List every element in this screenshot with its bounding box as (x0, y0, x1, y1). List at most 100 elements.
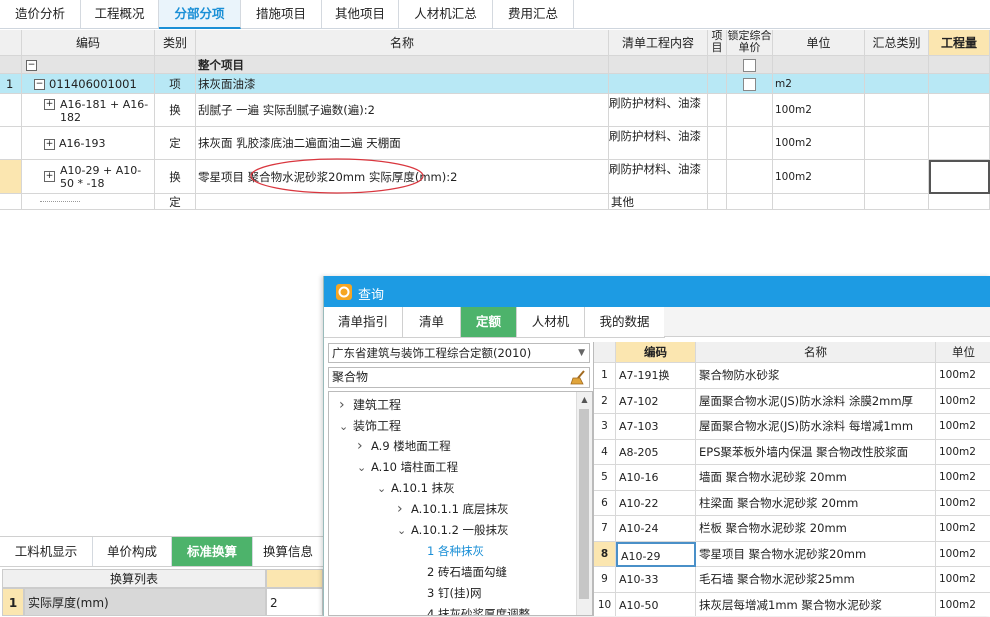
tree-item[interactable]: ⌄ A.10.1.2 一般抹灰 (397, 522, 509, 538)
row-unit[interactable]: 100m2 (773, 127, 865, 160)
result-unit[interactable]: 100m2 (936, 593, 990, 617)
result-name[interactable]: 毛石墙 聚合物水泥砂浆25mm (696, 567, 936, 593)
result-code[interactable]: A10-16 (616, 465, 696, 491)
tree-scrollbar[interactable]: ▲ (576, 392, 592, 615)
lock-price-checkbox[interactable] (743, 78, 756, 91)
tab-price-composition[interactable]: 单价构成 (93, 537, 172, 566)
result-unit[interactable]: 100m2 (936, 363, 990, 389)
col-summary-category-header[interactable]: 汇总类别 (865, 30, 929, 56)
col-lock-price-header[interactable]: 锁定综合单价 (727, 30, 773, 56)
row-code[interactable] (22, 194, 155, 210)
tree-item[interactable]: ⌄ 装饰工程 (339, 417, 401, 434)
col-item-header[interactable]: 项目 (708, 30, 727, 56)
chevron-right-icon[interactable]: › (339, 397, 353, 413)
broom-icon[interactable] (570, 370, 586, 385)
tree-item[interactable]: 1 各种抹灰 (427, 543, 484, 559)
col-quantity-header[interactable]: 工程量 (929, 30, 990, 56)
result-unit[interactable]: 100m2 (936, 389, 990, 414)
tree-item[interactable]: 4 抹灰砂浆厚度调整 (427, 606, 530, 615)
row-code[interactable]: + A10-29 + A10-50 * -18 (22, 160, 155, 194)
tree-item[interactable]: ⌄ A.10.1 抹灰 (377, 480, 455, 496)
tab-labor-material-machine[interactable]: 人材机 (517, 307, 585, 338)
tab-measures[interactable]: 措施项目 (241, 0, 322, 28)
tree-item[interactable]: › A.9 楼地面工程 (357, 438, 451, 454)
result-unit[interactable]: 100m2 (936, 440, 990, 465)
result-code[interactable]: A10-50 (616, 592, 696, 616)
tree-item[interactable]: 3 钉(挂)网 (427, 585, 481, 601)
tree-item[interactable]: ⌄ A.10 墙柱面工程 (357, 459, 458, 475)
result-code[interactable]: A7-102 (616, 388, 696, 414)
row-code[interactable]: + A16-193 (22, 127, 155, 160)
row-content[interactable]: 刷防护材料、油漆 (609, 127, 708, 160)
row-content[interactable]: 刷防护材料、油漆 (609, 160, 708, 194)
tree-item[interactable]: › A.10.1.1 底层抹灰 (397, 501, 509, 517)
quantity-edit-cell[interactable] (929, 160, 990, 194)
chevron-right-icon[interactable]: › (397, 501, 411, 517)
tab-quota[interactable]: 定额 (461, 307, 517, 338)
row-name[interactable]: 抹灰面油漆 (196, 74, 609, 94)
row-content[interactable] (609, 74, 708, 94)
result-code[interactable]: A10-22 (616, 490, 696, 516)
row-unit[interactable]: 100m2 (773, 94, 865, 127)
result-unit[interactable]: 100m2 (936, 465, 990, 491)
result-code[interactable]: A10-33 (616, 567, 696, 593)
tab-bill[interactable]: 清单 (403, 307, 461, 338)
scrollbar-thumb[interactable] (579, 409, 589, 599)
col-name-header[interactable]: 名称 (196, 30, 609, 56)
chevron-right-icon[interactable]: › (357, 438, 371, 454)
chevron-down-icon[interactable]: ⌄ (377, 482, 391, 495)
tab-project-overview[interactable]: 工程概况 (81, 0, 159, 28)
col-code-header[interactable]: 编码 (22, 30, 155, 56)
result-code[interactable]: A7-191换 (616, 363, 696, 389)
row-code[interactable]: −011406001001 (22, 74, 155, 94)
row-type[interactable]: 项 (155, 74, 196, 94)
result-code[interactable]: A10-24 (616, 516, 696, 542)
tab-sub-items[interactable]: 分部分项 (159, 0, 241, 29)
plus-icon[interactable]: + (44, 171, 55, 182)
col-unit-header[interactable]: 单位 (773, 30, 865, 56)
tab-my-data[interactable]: 我的数据 (585, 307, 665, 338)
result-code[interactable]: A8-205 (616, 439, 696, 465)
result-code[interactable]: A7-103 (616, 414, 696, 440)
result-unit[interactable]: 100m2 (936, 567, 990, 593)
row-content[interactable]: 其他 (609, 194, 708, 210)
col-type-header[interactable]: 类别 (155, 30, 196, 56)
result-unit[interactable]: 100m2 (936, 414, 990, 440)
minus-icon[interactable]: − (34, 79, 45, 90)
result-code[interactable]: A10-29 (616, 541, 696, 567)
calc-row-value[interactable]: 2 (266, 588, 323, 616)
result-unit[interactable]: 100m2 (936, 516, 990, 542)
col-content-header[interactable]: 清单工程内容 (609, 30, 708, 56)
result-name[interactable]: 零星项目 聚合物水泥砂浆20mm (696, 541, 936, 567)
chevron-down-icon[interactable]: ⌄ (397, 524, 411, 537)
tab-fee-summary[interactable]: 费用汇总 (493, 0, 574, 28)
quota-library-select[interactable]: 广东省建筑与装饰工程综合定额(2010) ▼ (328, 343, 590, 363)
col-code-header[interactable]: 编码 (616, 342, 696, 363)
tab-standard-conversion[interactable]: 标准换算 (172, 537, 253, 566)
result-unit[interactable]: 100m2 (936, 491, 990, 516)
tree-item[interactable]: › 建筑工程 (339, 396, 401, 413)
row-type[interactable]: 换 (155, 160, 196, 194)
result-name[interactable]: 屋面聚合物水泥(JS)防水涂料 涂膜2mm厚 (696, 388, 936, 414)
row-name[interactable]: 刮腻子 一遍 实际刮腻子遍数(遍):2 (196, 94, 609, 127)
result-name[interactable]: 聚合物防水砂浆 (696, 363, 936, 389)
collapse-toggle[interactable]: − (22, 56, 155, 74)
tab-bill-guide[interactable]: 清单指引 (324, 307, 403, 338)
chevron-down-icon[interactable]: ⌄ (339, 420, 353, 433)
result-name[interactable]: 柱梁面 聚合物水泥砂浆 20mm (696, 490, 936, 516)
tree-item[interactable]: 2 砖石墙面勾缝 (427, 564, 507, 580)
lock-price-checkbox[interactable] (743, 59, 756, 72)
result-name[interactable]: 屋面聚合物水泥(JS)防水涂料 每增减1mm (696, 414, 936, 440)
row-unit[interactable]: m2 (773, 74, 865, 94)
row-unit[interactable] (773, 194, 865, 210)
search-input[interactable]: 聚合物 (328, 367, 590, 388)
result-name[interactable]: EPS聚苯板外墙内保温 聚合物改性胶浆面30mm (696, 439, 936, 465)
plus-icon[interactable]: + (44, 138, 55, 150)
scroll-up-icon[interactable]: ▲ (577, 392, 592, 407)
tab-material-display[interactable]: 工料机显示 (0, 537, 93, 566)
row-content[interactable]: 刷防护材料、油漆 (609, 94, 708, 127)
tab-labor-material[interactable]: 人材机汇总 (399, 0, 493, 28)
plus-icon[interactable]: + (44, 99, 55, 110)
row-type[interactable]: 定 (155, 127, 196, 160)
result-unit[interactable]: 100m2 (936, 542, 990, 567)
